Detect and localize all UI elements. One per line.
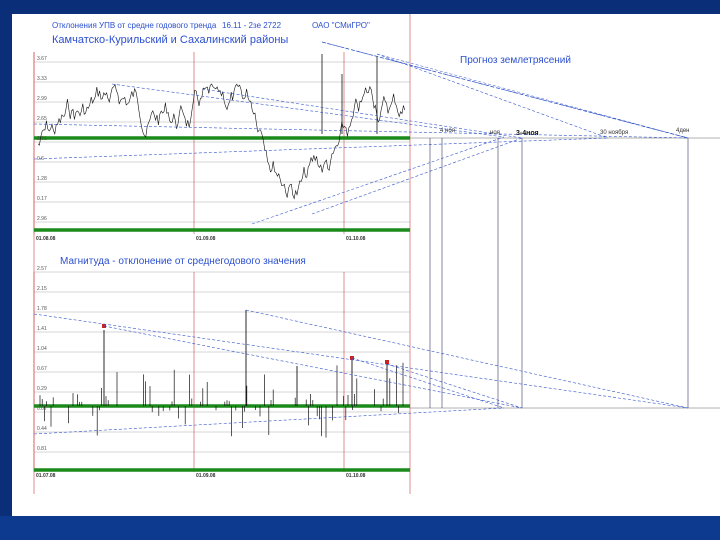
panel1-x-tick-label: 01.10.08 bbox=[346, 236, 366, 242]
forecast-trend-line-2 bbox=[386, 363, 523, 409]
panel1-title-line2: Камчатско-Курильский и Сахалинский район… bbox=[52, 34, 288, 46]
panel1-y-tick-label: 2.65 bbox=[37, 116, 47, 122]
panel2-y-tick-label: 0.29 bbox=[37, 386, 47, 392]
forecast-trend-line-2 bbox=[351, 357, 505, 409]
decorative-stripe-band bbox=[0, 516, 720, 540]
forecast-date-label: 4 ноя bbox=[440, 128, 455, 134]
forecast-trend-line bbox=[251, 136, 505, 225]
panel1-y-tick-label: 3.67 bbox=[37, 56, 47, 62]
panel1-y-tick-label: 2.96 bbox=[37, 216, 47, 222]
panel2-y-tick-label: 1.78 bbox=[37, 306, 47, 312]
panel2-y-tick-label: 2.15 bbox=[37, 286, 47, 292]
panel2-y-tick-label: 1.41 bbox=[37, 326, 47, 332]
panel1-y-tick-label: 0.6 bbox=[37, 156, 44, 162]
panel2-y-tick-label: 2.57 bbox=[37, 266, 47, 272]
chart-figure: Отклонения УПВ от средне годового тренда… bbox=[33, 14, 720, 494]
panel1-y-tick-label: 1.28 bbox=[37, 176, 47, 182]
panel1-title-line1-org: ОАО "СМиГРО" bbox=[312, 21, 370, 30]
forecast-date-label: ноя bbox=[490, 130, 500, 136]
panel1-x-tick-label: 01.08.08 bbox=[36, 236, 56, 242]
panel2-y-tick-label: 0.67 bbox=[37, 366, 47, 372]
panel1-y-tick-label: 2.31 bbox=[37, 136, 47, 142]
panel2-y-tick-label: 0.81 bbox=[37, 446, 47, 452]
forecast-trend-line-2 bbox=[103, 325, 523, 409]
forecast-trend-line bbox=[201, 88, 523, 139]
grid-group bbox=[33, 14, 411, 494]
panel2-title: Магнитуда - отклонение от среднегодового… bbox=[60, 256, 306, 267]
forecast-date-label: 30 ноября bbox=[600, 130, 628, 136]
forecast-title: Прогноз землетрясений bbox=[460, 55, 571, 66]
panel1-title-line1: Отклонения УПВ от средне годового тренда bbox=[52, 21, 217, 30]
panel1-title-line1-extra: 16.11 - 2зе 2722 bbox=[222, 21, 282, 30]
slide-frame: Отклонения УПВ от средне годового тренда… bbox=[0, 0, 720, 540]
forecast-trend-line bbox=[376, 53, 609, 139]
panel1-y-tick-label: 0.17 bbox=[37, 196, 47, 202]
panel1-series-line bbox=[37, 83, 406, 200]
forecast-trend-line bbox=[376, 53, 689, 139]
panel2-y-tick-label: 0.44 bbox=[37, 426, 47, 432]
panel1-y-tick-label: 2.99 bbox=[37, 96, 47, 102]
panel2-x-tick-label: 01.07.08 bbox=[36, 473, 56, 479]
panel2-marker bbox=[385, 360, 389, 364]
tick-labels-group: 3.67 3.33 2.99 2.65 2.31 0.6 1.28 0.17 2.96 01.08… bbox=[36, 56, 690, 479]
panel1-y-tick-label: 3.33 bbox=[37, 76, 47, 82]
chart-canvas: Отклонения УПВ от средне годового тренда… bbox=[12, 14, 720, 516]
forecast-date-label: 4ден bbox=[676, 128, 690, 134]
panel2-y-tick-label: 0.07 bbox=[37, 406, 47, 412]
series-group bbox=[37, 54, 406, 438]
forecast-trend-line-2 bbox=[245, 309, 689, 409]
forecast-trend-line bbox=[33, 123, 689, 139]
forecast-date-label: 3-4ноя bbox=[516, 130, 539, 137]
panel2-y-tick-label: 1.04 bbox=[37, 346, 47, 352]
panel1-x-tick-label: 01.09.08 bbox=[196, 236, 216, 242]
panel2-x-tick-label: 01.09.08 bbox=[196, 473, 216, 479]
forecast-trend-line-2 bbox=[33, 313, 689, 409]
forecast-trend-line bbox=[311, 137, 523, 215]
panel2-x-tick-label: 01.10.08 bbox=[346, 473, 366, 479]
